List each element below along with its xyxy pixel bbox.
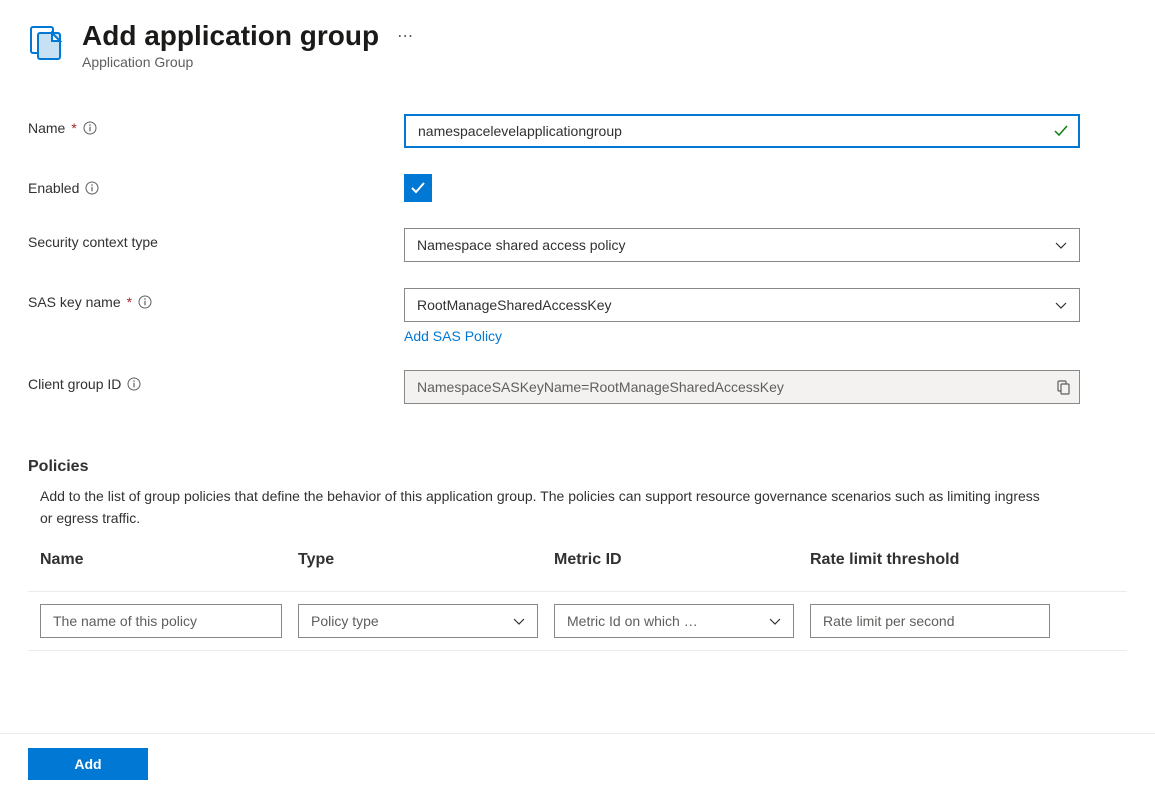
sas-key-select[interactable]: RootManageSharedAccessKey [404, 288, 1080, 322]
info-icon[interactable] [85, 181, 99, 195]
policies-description: Add to the list of group policies that d… [28, 486, 1048, 529]
required-asterisk: * [71, 120, 76, 136]
info-icon[interactable] [127, 377, 141, 391]
policies-table: Name Type Metric ID Rate limit threshold… [28, 551, 1127, 651]
chevron-down-icon [1053, 297, 1069, 313]
copy-icon[interactable] [1055, 379, 1071, 395]
client-group-id-field: NamespaceSASKeyName=RootManageSharedAcce… [404, 370, 1080, 404]
name-label: Name [28, 120, 65, 136]
chevron-down-icon [1053, 237, 1069, 253]
application-group-icon [28, 24, 66, 62]
client-group-id-label: Client group ID [28, 376, 121, 392]
more-actions-button[interactable]: ⋯ [391, 22, 420, 50]
security-context-select[interactable]: Namespace shared access policy [404, 228, 1080, 262]
divider [28, 650, 1127, 651]
policy-type-select[interactable]: Policy type [298, 604, 538, 638]
policy-name-input[interactable] [40, 604, 282, 638]
add-button[interactable]: Add [28, 748, 148, 780]
chevron-down-icon [767, 613, 783, 629]
enabled-label: Enabled [28, 180, 79, 196]
sas-key-label: SAS key name [28, 294, 121, 310]
info-icon[interactable] [83, 121, 97, 135]
footer: Add [0, 733, 1155, 794]
enabled-checkbox[interactable] [404, 174, 432, 202]
name-input[interactable] [404, 114, 1080, 148]
table-row: Policy type Metric Id on which … [28, 604, 1127, 638]
column-header-type: Type [298, 551, 538, 569]
security-context-label: Security context type [28, 234, 158, 250]
divider [28, 591, 1127, 592]
policies-heading: Policies [28, 458, 1127, 476]
column-header-metric: Metric ID [554, 551, 794, 569]
chevron-down-icon [511, 613, 527, 629]
info-icon[interactable] [138, 295, 152, 309]
column-header-rate: Rate limit threshold [810, 551, 1050, 569]
column-header-name: Name [40, 551, 282, 569]
valid-checkmark-icon [1052, 122, 1070, 140]
page-subtitle: Application Group [82, 54, 1127, 70]
policy-rate-input[interactable] [810, 604, 1050, 638]
policy-metric-select[interactable]: Metric Id on which … [554, 604, 794, 638]
add-sas-policy-link[interactable]: Add SAS Policy [404, 328, 502, 344]
required-asterisk: * [127, 294, 132, 310]
page-title: Add application group [82, 20, 379, 52]
page-header: Add application group ⋯ Application Grou… [28, 20, 1127, 70]
